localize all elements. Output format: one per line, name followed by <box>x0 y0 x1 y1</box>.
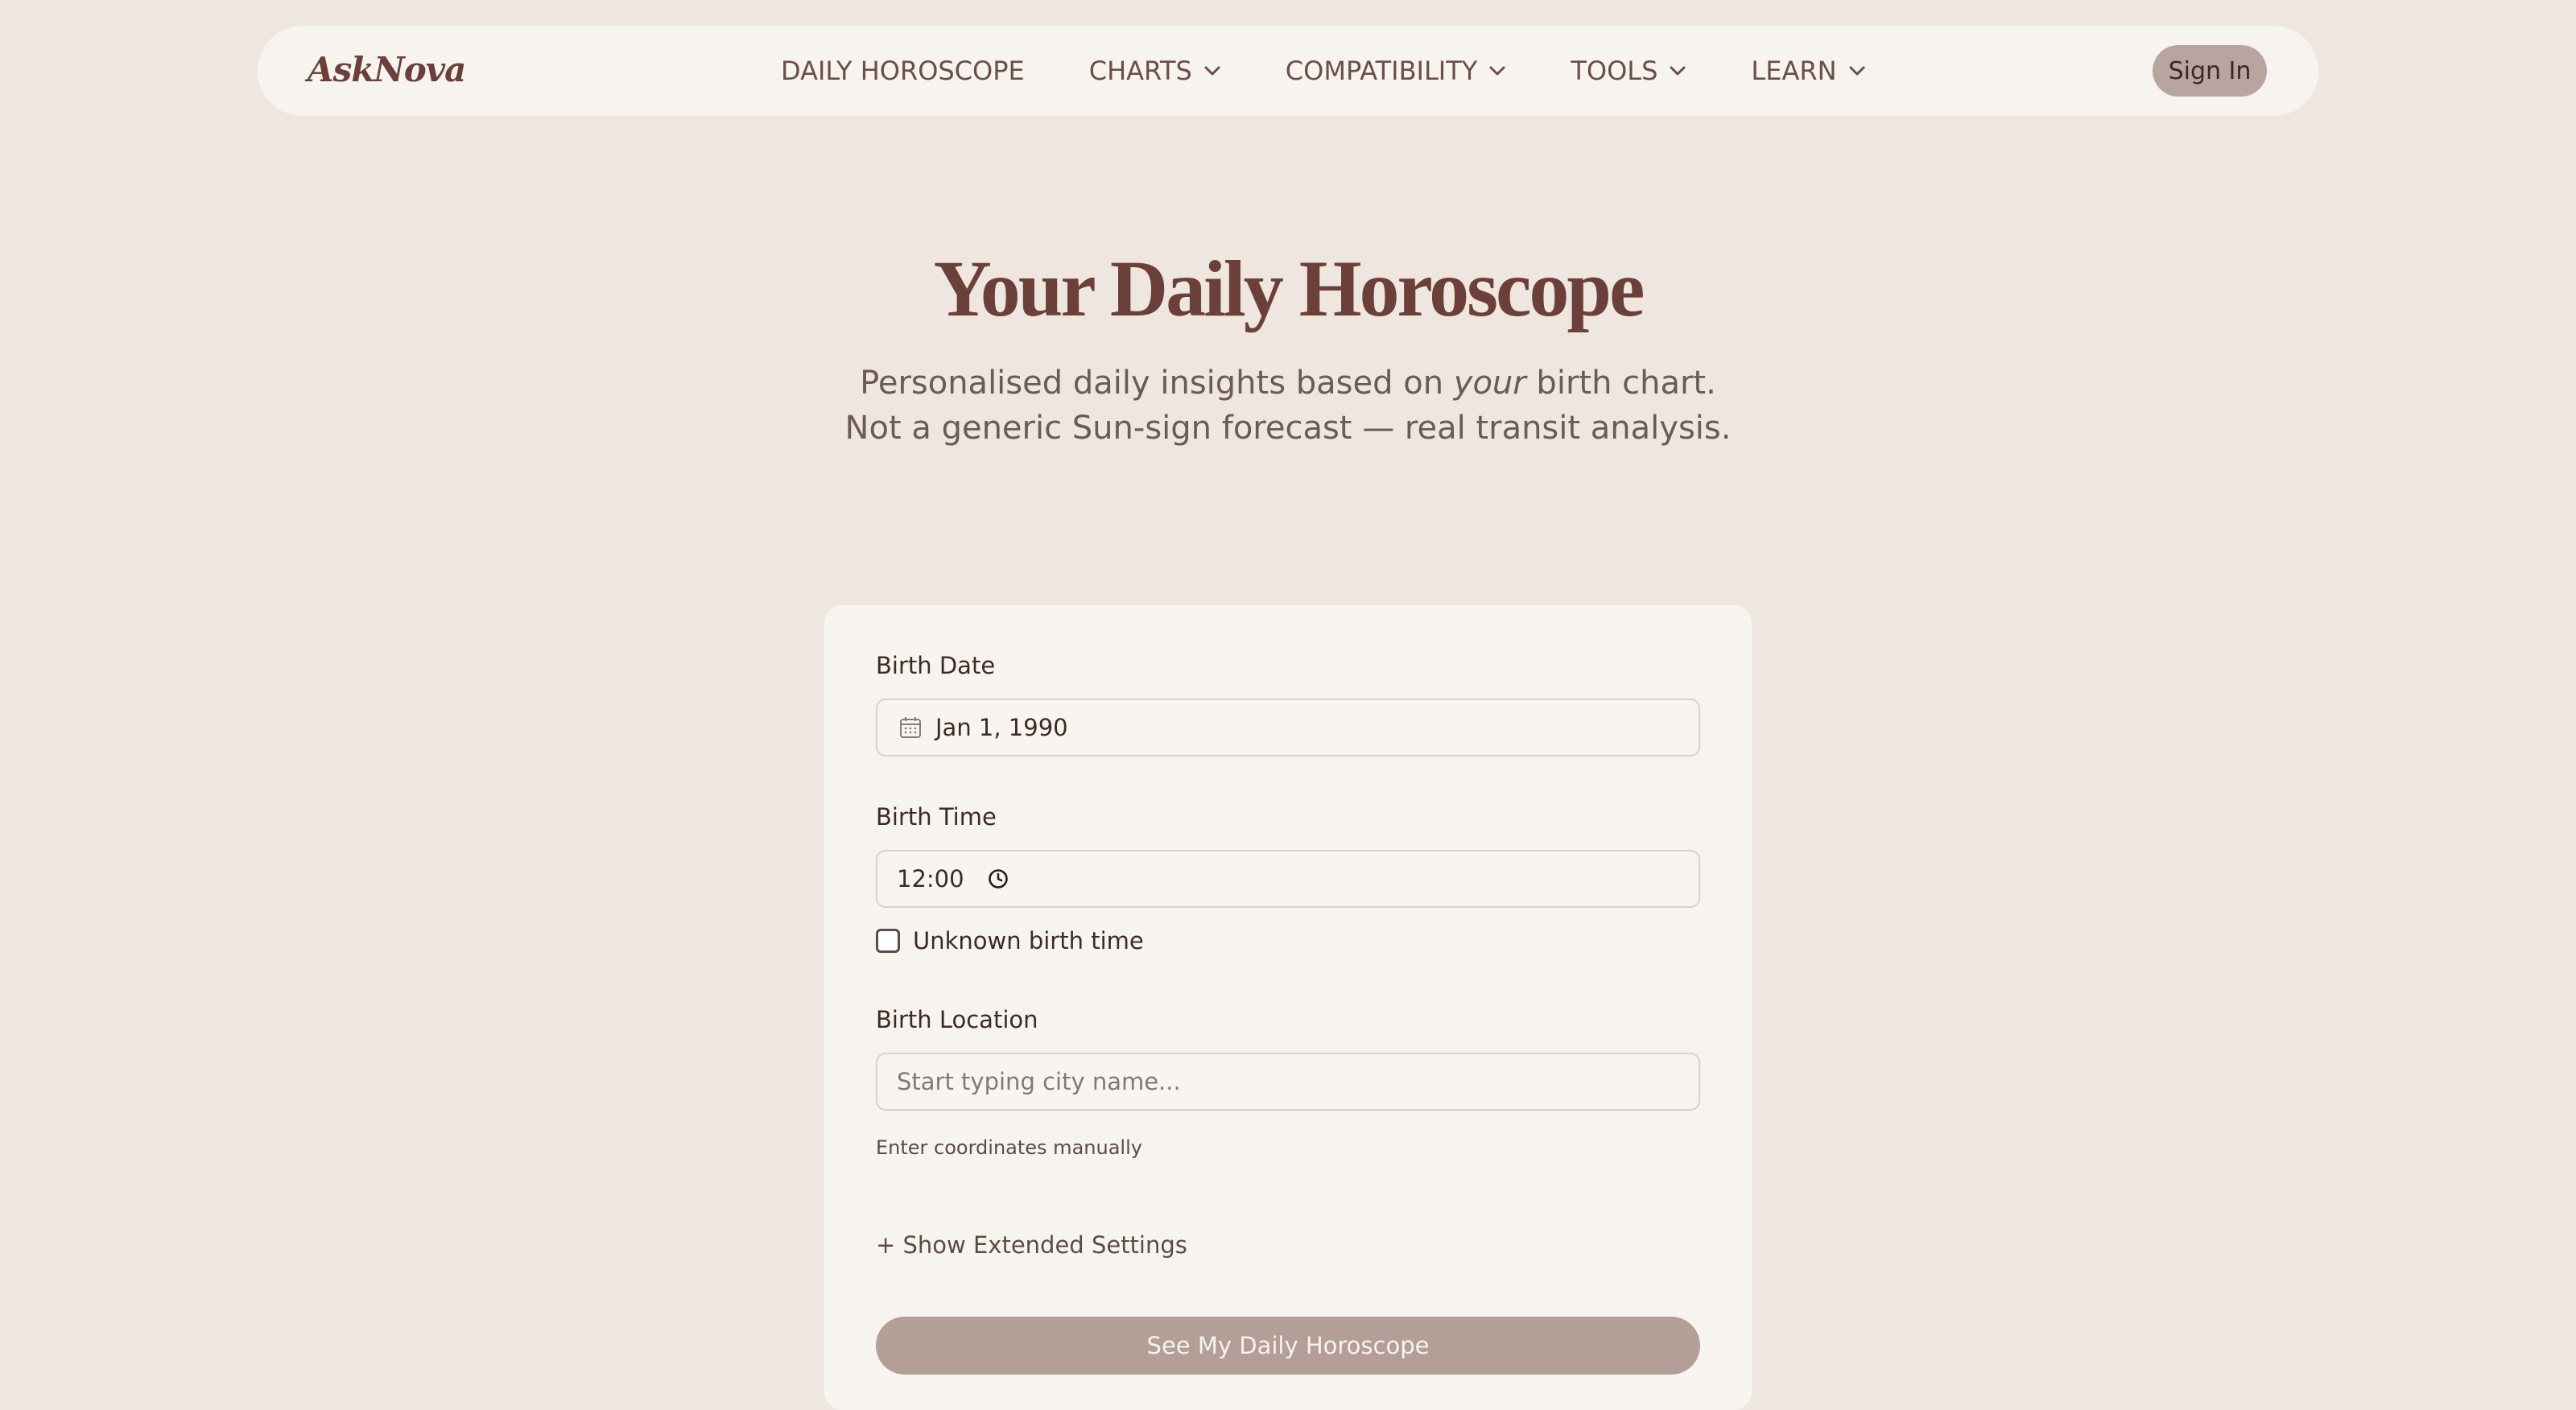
birth-time-input[interactable]: 12:00 <box>876 850 1700 908</box>
show-extended-settings-link[interactable]: + Show Extended Settings <box>876 1231 1187 1259</box>
unknown-birth-time-toggle[interactable]: Unknown birth time <box>876 927 1144 954</box>
calendar-icon <box>900 717 921 738</box>
nav-item-label: LEARN <box>1751 56 1837 86</box>
chevron-down-icon <box>1489 66 1505 76</box>
nav-item-compatibility[interactable]: COMPATIBILITY <box>1286 56 1507 86</box>
enter-coordinates-link[interactable]: Enter coordinates manually <box>876 1136 1142 1159</box>
chevron-down-icon <box>1670 66 1686 76</box>
birth-location-label: Birth Location <box>876 1006 1038 1033</box>
page-title: Your Daily Horoscope <box>933 244 1645 333</box>
sign-in-button[interactable]: Sign In <box>2153 45 2267 97</box>
birth-location-placeholder: Start typing city name... <box>897 1068 1181 1095</box>
birth-date-value: Jan 1, 1990 <box>935 714 1068 741</box>
nav-item-tools[interactable]: TOOLS <box>1571 56 1686 86</box>
birth-time-value: 12:00 <box>897 865 964 893</box>
top-navbar: AskNova DAILY HOROSCOPE CHARTS COMPATIBI… <box>258 26 2318 116</box>
nav-item-label: COMPATIBILITY <box>1285 56 1478 86</box>
page-subtitle: Personalised daily insights based on you… <box>0 361 2576 451</box>
subtitle-line-1: Personalised daily insights based on you… <box>860 365 1716 402</box>
horoscope-form-card: Birth Date Jan 1, 1990 Birth Time 12:00 … <box>824 605 1752 1410</box>
clock-icon[interactable] <box>987 868 1009 890</box>
birth-location-input[interactable]: Start typing city name... <box>876 1053 1700 1111</box>
nav-item-label: TOOLS <box>1571 56 1658 86</box>
nav-item-learn[interactable]: LEARN <box>1751 56 1865 86</box>
chevron-down-icon <box>1204 66 1220 76</box>
subtitle-emphasis: your <box>1453 365 1526 402</box>
unknown-birth-time-label: Unknown birth time <box>913 927 1144 954</box>
see-horoscope-button[interactable]: See My Daily Horoscope <box>876 1317 1700 1375</box>
nav-item-charts[interactable]: CHARTS <box>1089 56 1221 86</box>
subtitle-line-2: Not a generic Sun-sign forecast — real t… <box>844 410 1732 447</box>
birth-date-label: Birth Date <box>876 652 996 679</box>
nav-item-label: CHARTS <box>1088 56 1192 86</box>
nav-item-label: DAILY HOROSCOPE <box>781 56 1025 86</box>
unknown-birth-time-checkbox[interactable] <box>876 929 900 953</box>
site-logo[interactable]: AskNova <box>308 50 466 89</box>
main-nav: DAILY HOROSCOPE CHARTS COMPATIBILITY TOO… <box>781 26 1866 116</box>
birth-time-label: Birth Time <box>876 803 997 831</box>
nav-item-daily-horoscope[interactable]: DAILY HOROSCOPE <box>781 56 1025 86</box>
chevron-down-icon <box>1849 66 1864 76</box>
birth-date-input[interactable]: Jan 1, 1990 <box>876 699 1700 757</box>
